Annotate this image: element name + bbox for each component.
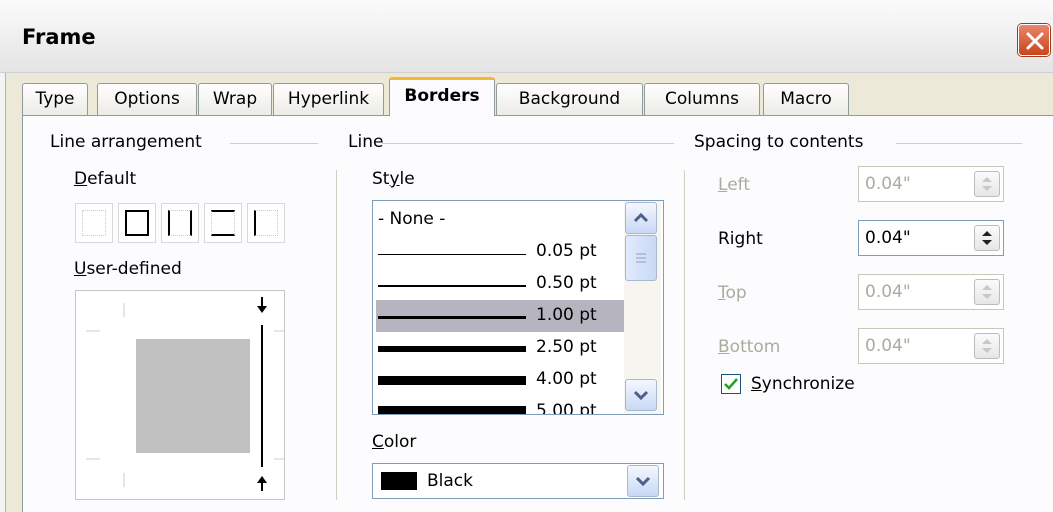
separator [230,143,318,144]
scroll-thumb[interactable] [625,235,657,281]
grip-icon [636,253,646,263]
right-spacing-field[interactable]: 0.04" [858,220,1004,256]
spin-arrows-icon [982,285,992,299]
color-value: Black [427,471,473,491]
color-swatch [381,472,417,490]
default-presets [75,203,285,243]
separator [684,170,685,500]
list-item[interactable]: 4.00 pt [376,364,624,396]
user-defined-label: User-defined [74,259,182,279]
list-item-label: 0.05 pt [536,241,597,261]
separator [896,143,1022,144]
color-label: Color [372,432,417,452]
style-list-scrollbar[interactable] [624,201,661,414]
tab-borders[interactable]: Borders [389,77,495,116]
color-select[interactable]: Black [372,463,664,499]
left-spacing-field[interactable]: 0.04" [858,166,1004,202]
left-spacing-value: 0.04" [865,174,911,194]
border-preview-drawing [86,297,288,491]
tab-label: Options [114,89,180,109]
tab-label: Columns [665,89,739,109]
window-border [0,73,6,512]
list-item-selected[interactable]: 1.00 pt [376,300,624,332]
preset-none-button[interactable] [75,203,113,243]
window-title: Frame [22,25,96,49]
top-spin-button[interactable] [974,279,1000,305]
list-item[interactable]: 0.05 pt [376,236,624,268]
tab-background[interactable]: Background [496,83,643,115]
list-item-label: - None - [378,209,446,229]
close-button[interactable] [1018,24,1050,56]
list-item-label: 0.50 pt [536,273,597,293]
separator [336,170,337,500]
spin-arrows-icon [982,231,992,245]
tab-hyperlink[interactable]: Hyperlink [273,83,384,115]
tab-label: Hyperlink [287,89,370,109]
list-item-label: 4.00 pt [536,369,597,389]
preset-top-bottom-button[interactable] [204,203,242,243]
separator [382,143,674,144]
spin-arrows-icon [982,177,992,191]
list-item[interactable]: 5.00 pt [376,396,624,415]
close-icon [1026,32,1044,50]
spin-arrows-icon [982,339,992,353]
left-spin-button[interactable] [974,171,1000,197]
bottom-spacing-value: 0.04" [865,336,911,356]
bottom-spacing-field[interactable]: 0.04" [858,328,1004,364]
right-label: Right [718,229,763,249]
title-bar: Frame [0,0,1053,73]
preset-left-right-button[interactable] [161,203,199,243]
color-dropdown-button[interactable] [627,465,659,497]
line-heading: Line [348,132,384,152]
bottom-spin-button[interactable] [974,333,1000,359]
top-spacing-field[interactable]: 0.04" [858,274,1004,310]
preset-box-button[interactable] [118,203,156,243]
right-spacing-value: 0.04" [865,228,911,248]
default-label-rest: efault [87,169,137,189]
default-label: Default [74,169,137,189]
list-item[interactable]: 2.50 pt [376,332,624,364]
tab-label: Background [518,89,621,109]
line-style-list[interactable]: - None - 0.05 pt 0.50 pt 1.00 pt 2.50 pt… [372,200,664,415]
left-label: Left [718,175,750,195]
tab-label: Type [35,89,75,109]
preset-left-button[interactable] [247,203,285,243]
spacing-heading: Spacing to contents [694,132,864,152]
tab-columns[interactable]: Columns [644,83,760,115]
scroll-down-button[interactable] [625,379,657,411]
list-item-label: 5.00 pt [536,401,597,415]
user-defined-border-preview[interactable] [75,290,288,500]
bottom-label: Bottom [718,337,781,357]
top-label: Top [718,283,747,303]
tab-label: Borders [404,86,480,106]
style-label: Style [372,169,415,189]
tab-macro[interactable]: Macro [763,83,849,115]
tab-label: Wrap [212,89,258,109]
list-item[interactable]: 0.50 pt [376,268,624,300]
top-spacing-value: 0.04" [865,282,911,302]
scroll-up-button[interactable] [625,202,657,234]
right-spin-button[interactable] [974,225,1000,251]
tab-options[interactable]: Options [97,83,197,115]
tab-wrap[interactable]: Wrap [198,83,272,115]
synchronize-checkbox[interactable] [721,374,741,394]
list-item-label: 1.00 pt [536,305,597,325]
checkmark-icon [724,378,738,390]
list-item[interactable]: - None - [376,204,624,236]
tab-type[interactable]: Type [22,83,88,115]
chevron-down-icon [635,476,651,487]
tab-label: Macro [780,89,832,109]
chevron-up-icon [633,212,649,223]
list-item-label: 2.50 pt [536,337,597,357]
line-arrangement-heading: Line arrangement [50,132,202,152]
synchronize-label: Synchronize [751,374,855,394]
chevron-down-icon [633,390,649,401]
